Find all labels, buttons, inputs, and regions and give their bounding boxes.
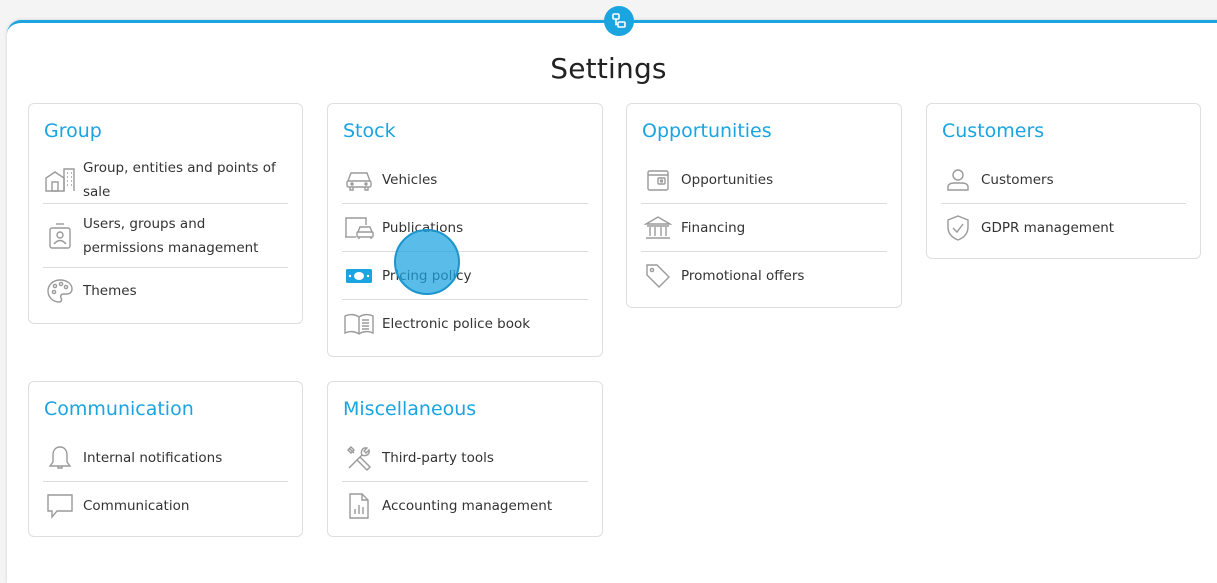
item-label: Themes bbox=[83, 283, 137, 299]
item-label: Communication bbox=[83, 498, 190, 514]
item-group-entities[interactable]: Group, entities and points of sale bbox=[43, 156, 288, 204]
item-vehicles[interactable]: Vehicles bbox=[342, 156, 588, 204]
chat-bubble-icon bbox=[43, 489, 77, 523]
item-label: Electronic police book bbox=[382, 316, 531, 332]
item-themes[interactable]: Themes bbox=[43, 268, 288, 314]
page-title: Settings bbox=[550, 52, 667, 85]
item-label: Third-party tools bbox=[382, 450, 494, 466]
item-pricing-policy[interactable]: Pricing policy bbox=[342, 252, 588, 300]
card-miscellaneous: Miscellaneous Third-party tools Accounti… bbox=[327, 381, 603, 537]
item-label: Financing bbox=[681, 220, 746, 236]
palette-icon bbox=[43, 274, 77, 308]
item-accounting-management[interactable]: Accounting management bbox=[342, 482, 588, 530]
item-communication[interactable]: Communication bbox=[43, 482, 288, 530]
item-label: Group, entities and points of sale bbox=[83, 160, 276, 200]
accounting-icon bbox=[342, 489, 376, 523]
item-third-party-tools[interactable]: Third-party tools bbox=[342, 434, 588, 482]
card-title: Opportunities bbox=[642, 120, 772, 142]
item-electronic-police-book[interactable]: Electronic police book bbox=[342, 300, 588, 348]
item-label: GDPR management bbox=[981, 220, 1115, 236]
tools-icon bbox=[342, 441, 376, 475]
money-icon bbox=[342, 259, 376, 293]
bell-icon bbox=[43, 441, 77, 475]
card-title: Communication bbox=[44, 398, 194, 420]
card-title: Group bbox=[44, 120, 102, 142]
bank-icon bbox=[641, 211, 675, 245]
card-customers: Customers Customers GDPR management bbox=[926, 103, 1201, 259]
car-icon bbox=[342, 163, 376, 197]
shield-check-icon bbox=[941, 211, 975, 245]
hierarchy-icon bbox=[612, 13, 626, 28]
click-indicator bbox=[394, 229, 460, 295]
item-label: Users, groups and permissions management bbox=[83, 216, 259, 256]
card-title: Stock bbox=[343, 120, 396, 142]
card-title: Miscellaneous bbox=[343, 398, 477, 420]
item-internal-notifications[interactable]: Internal notifications bbox=[43, 434, 288, 482]
building-icon bbox=[43, 163, 77, 197]
item-label: Internal notifications bbox=[83, 450, 223, 466]
person-icon bbox=[941, 163, 975, 197]
car-screen-icon bbox=[342, 211, 376, 245]
card-group: Group Group, entities and points of sale… bbox=[28, 103, 303, 324]
item-users-groups-permissions[interactable]: Users, groups and permissions management bbox=[43, 204, 288, 268]
item-publications[interactable]: Publications bbox=[342, 204, 588, 252]
user-badge-icon bbox=[43, 219, 77, 253]
open-book-icon bbox=[342, 307, 376, 341]
card-title: Customers bbox=[942, 120, 1045, 142]
item-gdpr-management[interactable]: GDPR management bbox=[941, 204, 1186, 252]
tag-icon bbox=[641, 259, 675, 293]
card-opportunities: Opportunities Opportunities Financing Pr… bbox=[626, 103, 902, 308]
item-label: Opportunities bbox=[681, 172, 774, 188]
settings-badge bbox=[604, 6, 634, 36]
item-label: Accounting management bbox=[382, 498, 553, 514]
item-label: Customers bbox=[981, 172, 1054, 188]
card-communication: Communication Internal notifications Com… bbox=[28, 381, 303, 537]
item-promotional-offers[interactable]: Promotional offers bbox=[641, 252, 887, 300]
item-label: Vehicles bbox=[382, 172, 438, 188]
item-financing[interactable]: Financing bbox=[641, 204, 887, 252]
wallet-icon bbox=[641, 163, 675, 197]
card-stock: Stock Vehicles Publications Electronic p… bbox=[327, 103, 603, 357]
item-label: Promotional offers bbox=[681, 268, 805, 284]
item-opportunities[interactable]: Opportunities bbox=[641, 156, 887, 204]
item-customers[interactable]: Customers bbox=[941, 156, 1186, 204]
